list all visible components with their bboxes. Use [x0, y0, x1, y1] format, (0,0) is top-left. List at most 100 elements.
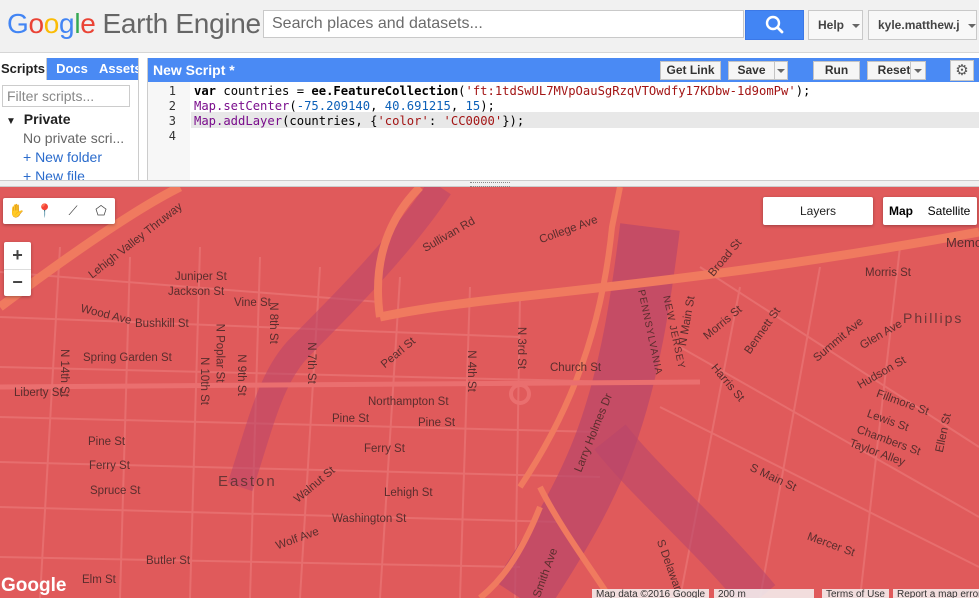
google-earth-engine-logo[interactable]: Google Earth Engine	[7, 8, 261, 40]
code-text: (	[289, 99, 297, 113]
map-label: N 10th St	[197, 357, 210, 405]
help-dropdown[interactable]: Help	[808, 10, 863, 40]
zoom-in-button[interactable]: +	[4, 242, 31, 270]
terms-of-use-link[interactable]: Terms of Use	[822, 589, 889, 598]
code-text: countries =	[216, 84, 312, 98]
map-label: N 3rd St	[515, 326, 528, 370]
code-number: 40.691215	[384, 99, 451, 113]
map-label: Washington St	[332, 513, 407, 525]
search-icon	[765, 15, 784, 34]
code-text: (countries, {	[282, 114, 378, 128]
script-title: New Script *	[153, 62, 235, 78]
new-file-link[interactable]: + New file	[23, 168, 85, 180]
map-label: Spring Garden St	[83, 352, 172, 364]
reset-options-button[interactable]	[910, 61, 926, 80]
logo-letter: G	[7, 8, 29, 39]
map-label: Butler St	[146, 555, 191, 567]
code-text: });	[502, 114, 525, 128]
code-text: :	[428, 114, 444, 128]
code-text: ,	[450, 99, 466, 113]
map-label: Liberty St	[14, 387, 63, 399]
map-type-satellite-button[interactable]: Satellite	[921, 197, 977, 225]
logo-letter: o	[28, 8, 44, 39]
draw-shape-icon[interactable]: ⬠	[90, 201, 112, 221]
drawing-tools: ✋ 📍 ⟋ ⬠	[3, 198, 115, 224]
map-label: Jackson St	[168, 286, 225, 298]
hand-pan-icon[interactable]: ✋	[6, 201, 28, 221]
layers-button[interactable]: Layers	[763, 197, 873, 225]
map-type-control: Map Satellite	[883, 197, 977, 225]
map-label: Elm St	[82, 574, 116, 586]
no-private-scripts-text: No private scri...	[23, 130, 125, 146]
code-text: );	[795, 84, 811, 98]
code-editor-panel: New Script * Get Link Save Run Reset ⚙ 1…	[147, 58, 979, 180]
save-options-button[interactable]	[774, 61, 788, 80]
filter-scripts-input[interactable]	[2, 85, 130, 107]
get-link-button[interactable]: Get Link	[660, 61, 721, 80]
gear-icon[interactable]: ⚙	[950, 60, 974, 81]
map-label: Pine St	[332, 413, 370, 425]
caret-down-icon: ▼	[6, 116, 16, 127]
logo-letter: e	[80, 8, 96, 39]
map-view[interactable]: Lehigh Valley Thruway Sullivan Rd Colleg…	[0, 187, 979, 598]
zoom-control: + −	[4, 242, 31, 296]
search-input[interactable]	[263, 10, 744, 38]
new-folder-link[interactable]: + New folder	[23, 149, 102, 165]
map-label: Church St	[550, 362, 602, 374]
report-map-error-link[interactable]: Report a map error	[893, 589, 979, 598]
editor-header: New Script * Get Link Save Run Reset ⚙	[148, 58, 979, 82]
code-line-3[interactable]: Map.addLayer(countries, {'color': 'CC000…	[194, 114, 524, 128]
tree-section-private[interactable]: ▼ Private	[6, 111, 71, 127]
draw-line-icon[interactable]: ⟋	[62, 201, 84, 221]
tab-assets[interactable]: Assets	[99, 58, 138, 80]
code-line-2[interactable]: Map.setCenter(-75.209140, 40.691215, 15)…	[194, 99, 495, 113]
add-marker-icon[interactable]: 📍	[34, 201, 56, 221]
map-label-city: Easton	[218, 473, 277, 490]
save-button[interactable]: Save	[728, 61, 775, 80]
map-label: Morris St	[865, 267, 911, 279]
chevron-down-icon	[852, 23, 861, 28]
line-number: 3	[168, 114, 176, 128]
map-scale: 200 m	[714, 589, 814, 598]
code-text: (	[458, 84, 466, 98]
code-function: ee.FeatureCollection	[311, 84, 459, 98]
tab-docs[interactable]: Docs	[52, 58, 92, 80]
line-number: 2	[168, 99, 176, 113]
code-number: 15	[465, 99, 481, 113]
map-type-map-button[interactable]: Map	[883, 197, 919, 225]
map-label: Pine St	[88, 436, 126, 448]
map-label: Juniper St	[175, 271, 227, 283]
map-label: Vine St	[234, 297, 271, 309]
chevron-down-icon	[967, 23, 976, 28]
line-number: 1	[168, 84, 176, 98]
map-label: N 9th St	[234, 354, 247, 396]
logo-letter: o	[43, 8, 60, 39]
map-roads-layer	[0, 187, 979, 598]
zoom-out-button[interactable]: −	[4, 269, 31, 296]
panel-splitter[interactable]	[0, 180, 979, 187]
help-label: Help	[818, 18, 845, 32]
map-label: N Poplar St	[213, 323, 226, 383]
search-button[interactable]	[745, 10, 804, 40]
map-label: Pine St	[418, 417, 456, 429]
google-map-logo: Google	[1, 575, 67, 596]
map-label: N 14th St	[57, 349, 70, 397]
map-label: Ferry St	[89, 460, 130, 472]
map-label: Spruce St	[90, 485, 141, 497]
left-panel-tabs: Scripts Docs Assets	[0, 58, 138, 80]
code-line-1[interactable]: var countries = ee.FeatureCollection('ft…	[194, 84, 810, 98]
code-text: );	[480, 99, 495, 113]
map-label: Ferry St	[364, 443, 405, 455]
tab-scripts[interactable]: Scripts	[0, 58, 47, 80]
top-bar: GoogleEarth Engine Help kyle.matthew.j	[0, 0, 979, 53]
map-data-attribution: Map data ©2016 Google	[592, 589, 710, 598]
logo-letter: g	[59, 8, 75, 39]
run-button[interactable]: Run	[813, 61, 860, 80]
map-label: N 4th St	[464, 350, 477, 392]
user-dropdown[interactable]: kyle.matthew.j	[868, 10, 977, 40]
map-label: Northampton St	[368, 396, 449, 408]
code-string: 'ft:1tdSwUL7MVpOauSgRzqVTOwdfy17KDbw-1d9…	[465, 84, 796, 98]
map-label: Bushkill St	[135, 318, 189, 330]
map-label-neighborhood: Phillips	[903, 310, 964, 326]
logo-product-name: Earth Engine	[102, 8, 262, 39]
